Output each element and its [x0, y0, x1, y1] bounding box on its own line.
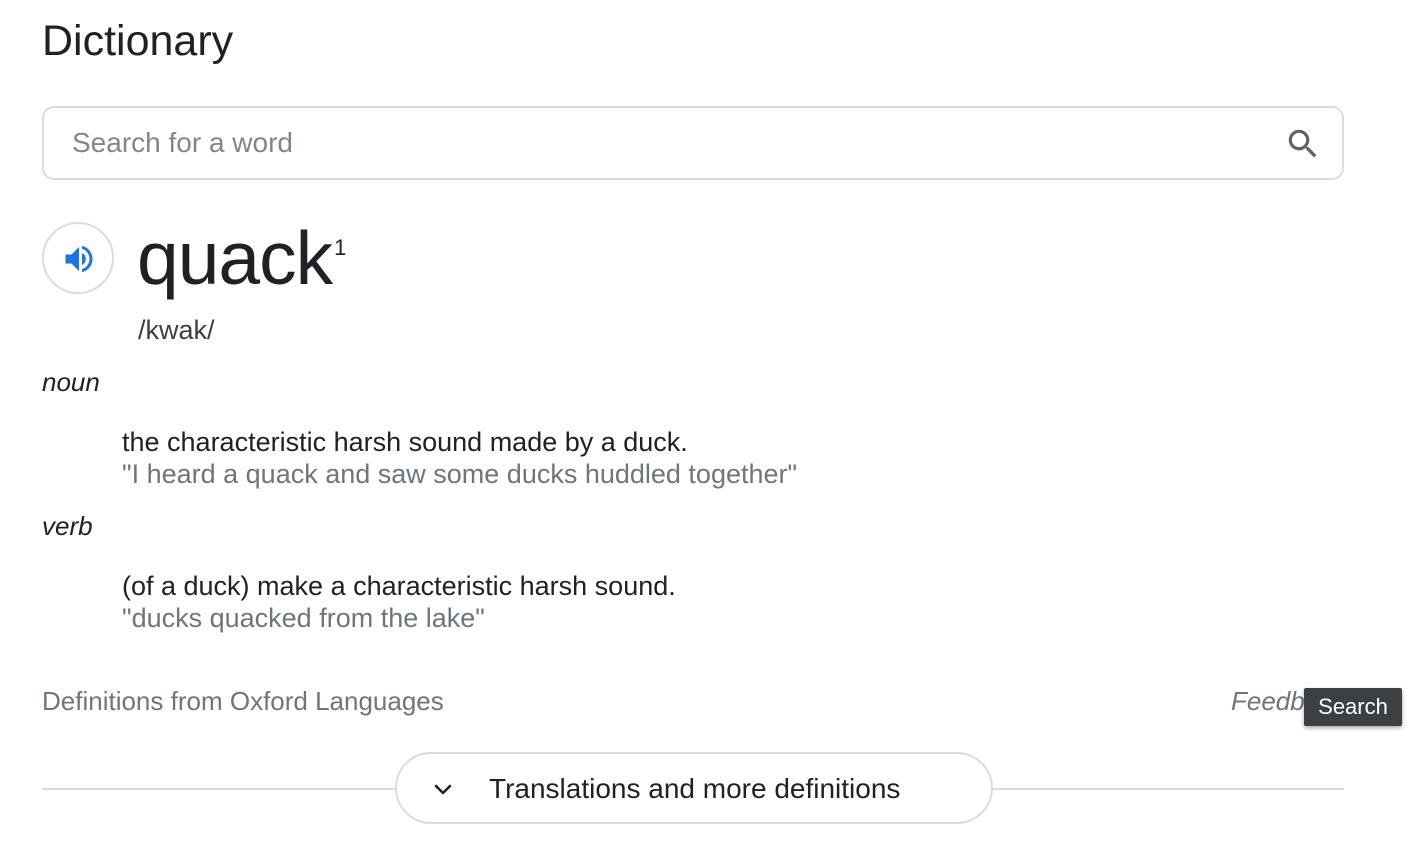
headword-text: quack — [137, 216, 333, 300]
chevron-down-icon — [434, 784, 452, 795]
search-tooltip: Search — [1304, 688, 1402, 726]
definition-noun: the characteristic harsh sound made by a… — [122, 427, 688, 457]
page-title: Dictionary — [42, 17, 234, 65]
translations-more-button[interactable]: Translations and more definitions — [395, 752, 993, 824]
phonetic: /kwak/ — [138, 315, 215, 345]
part-of-speech-noun: noun — [42, 367, 100, 397]
headword: quack1 — [137, 210, 346, 306]
speaker-icon — [65, 245, 93, 273]
search-box[interactable] — [42, 106, 1344, 180]
search-input[interactable] — [72, 108, 1252, 178]
example-verb: "ducks quacked from the lake" — [122, 603, 485, 633]
search-icon[interactable] — [1284, 125, 1322, 163]
source-attribution[interactable]: Definitions from Oxford Languages — [42, 684, 444, 718]
pronunciation-audio-button[interactable] — [42, 222, 114, 294]
part-of-speech-verb: verb — [42, 511, 93, 541]
feedback-link[interactable]: Feedb — [1231, 684, 1305, 718]
example-noun: "I heard a quack and saw some ducks hudd… — [122, 459, 798, 489]
translations-more-label: Translations and more definitions — [489, 773, 901, 804]
homograph-number: 1 — [334, 235, 347, 260]
definition-verb: (of a duck) make a characteristic harsh … — [122, 571, 676, 601]
